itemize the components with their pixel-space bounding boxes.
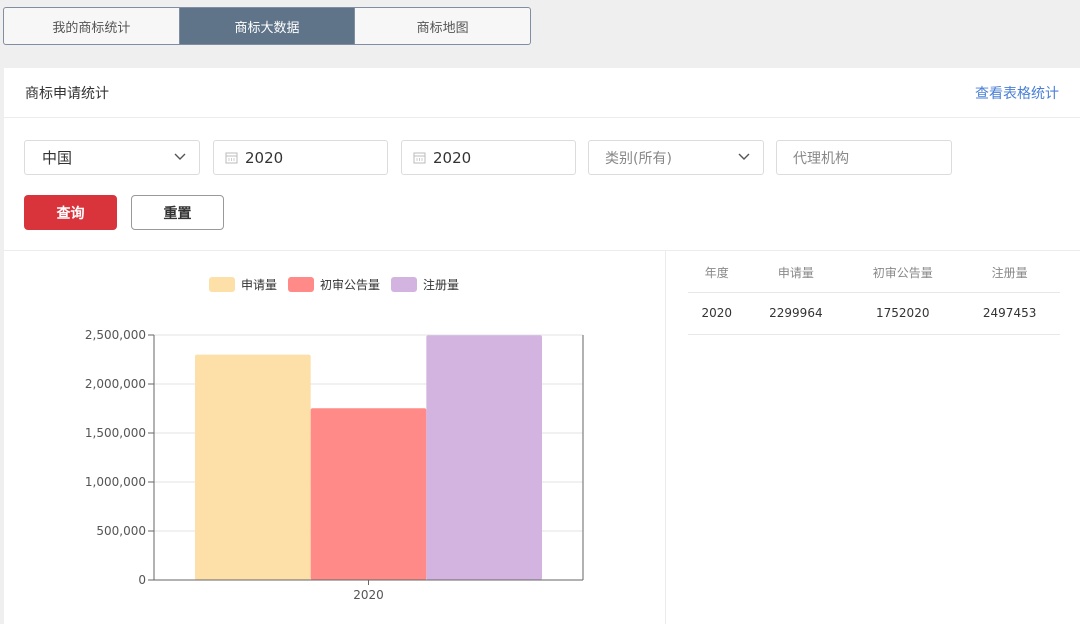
y-tick-label: 1,500,000 xyxy=(85,426,146,440)
y-tick-label: 500,000 xyxy=(96,524,146,538)
start-year-value: 2020 xyxy=(245,148,284,167)
column-header-applications: 申请量 xyxy=(745,254,847,293)
column-divider xyxy=(665,251,666,624)
chevron-down-icon xyxy=(738,153,750,160)
legend-item[interactable]: 注册量 xyxy=(391,276,459,293)
category-placeholder: 类别(所有) xyxy=(605,150,672,167)
table-cell: 2299964 xyxy=(745,292,847,335)
legend-swatch xyxy=(391,277,418,292)
table-header-row: 年度 申请量 初审公告量 注册量 xyxy=(688,254,1060,293)
calendar-icon xyxy=(413,152,426,164)
panel-header: 商标申请统计 查看表格统计 xyxy=(4,68,1080,118)
table-cell: 2497453 xyxy=(959,292,1060,335)
table-row: 2020 2299964 1752020 2497453 xyxy=(688,292,1060,335)
column-header-preliminary: 初审公告量 xyxy=(846,254,960,293)
legend-item[interactable]: 申请量 xyxy=(209,276,277,293)
view-table-stats-link[interactable]: 查看表格统计 xyxy=(975,83,1059,103)
tab-trademark-map[interactable]: 商标地图 xyxy=(355,8,530,44)
statistics-panel: 商标申请统计 查看表格统计 中国 2020 2020 类别(所有) 代理机构 查… xyxy=(4,68,1080,624)
section-divider xyxy=(4,250,1080,251)
legend-label: 初审公告量 xyxy=(320,278,381,292)
reset-button[interactable]: 重置 xyxy=(131,195,224,230)
table-cell: 2020 xyxy=(688,292,746,335)
y-tick-label: 1,000,000 xyxy=(85,475,146,489)
agency-input[interactable]: 代理机构 xyxy=(776,140,952,175)
bar-注册量 xyxy=(426,335,542,580)
bar-初审公告量 xyxy=(310,408,427,580)
table-cell: 1752020 xyxy=(846,292,960,335)
bar-申请量 xyxy=(195,354,311,580)
start-year-picker[interactable]: 2020 xyxy=(213,140,388,175)
column-header-registrations: 注册量 xyxy=(959,254,1060,293)
legend-swatch xyxy=(288,277,315,292)
column-header-year: 年度 xyxy=(688,254,746,293)
statistics-table: 年度 申请量 初审公告量 注册量 2020 2299964 1752020 24… xyxy=(688,254,1060,335)
end-year-picker[interactable]: 2020 xyxy=(401,140,576,175)
chevron-down-icon xyxy=(174,153,186,160)
region-select[interactable]: 中国 xyxy=(24,140,200,175)
y-tick-label: 0 xyxy=(138,573,146,587)
legend-swatch xyxy=(209,277,235,292)
calendar-icon xyxy=(225,152,238,164)
tab-trademark-big-data[interactable]: 商标大数据 xyxy=(179,8,356,44)
bar-chart: 0 500,000 1,000,000 1,500,000 2,000,000 2,500… xyxy=(85,328,584,602)
category-select[interactable]: 类别(所有) xyxy=(588,140,764,175)
query-button[interactable]: 查询 xyxy=(24,195,117,230)
region-value: 中国 xyxy=(42,149,73,167)
panel-title: 商标申请统计 xyxy=(25,85,109,102)
y-tick-label: 2,500,000 xyxy=(85,328,146,342)
legend-label: 注册量 xyxy=(423,278,460,292)
end-year-value: 2020 xyxy=(433,148,472,167)
top-tab-bar: 我的商标统计 商标大数据 商标地图 xyxy=(3,7,531,45)
y-tick-label: 2,000,000 xyxy=(85,377,146,391)
legend-item[interactable]: 初审公告量 xyxy=(288,276,380,293)
chart-legend: 申请量 初审公告量 注册量 xyxy=(209,276,470,293)
tab-my-trademark-stats[interactable]: 我的商标统计 xyxy=(4,8,180,44)
legend-label: 申请量 xyxy=(241,278,278,292)
x-tick-label: 2020 xyxy=(353,588,384,602)
agency-placeholder: 代理机构 xyxy=(793,150,849,167)
